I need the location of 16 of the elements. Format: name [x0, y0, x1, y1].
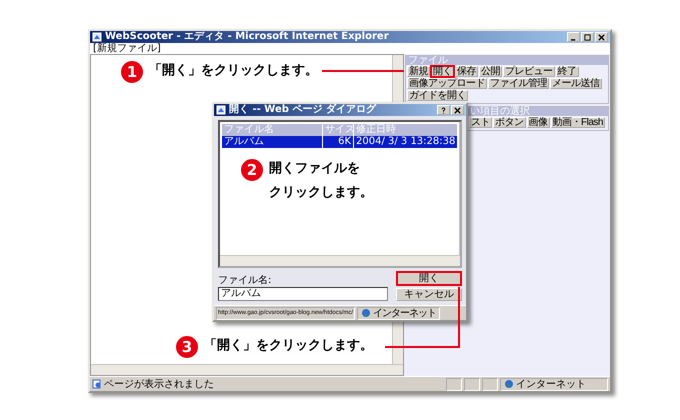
security-zone: インターネット: [516, 378, 586, 391]
section-header: い項目の選択: [470, 107, 530, 116]
file-name-label: [新規ファイル]: [93, 43, 161, 54]
file-name-label: ファイル名:: [218, 274, 272, 287]
table-cell: 2004/ 3/ 3 13:28:38: [354, 136, 458, 148]
table-cell: 6K: [323, 136, 353, 148]
status-message: ページが表示されました: [104, 378, 215, 391]
instruction-text: 「開く」をクリックします。: [149, 62, 318, 80]
security-zone: インターネット: [373, 307, 436, 320]
instruction-text: クリックします。: [269, 184, 373, 202]
table-cell: アルバム: [222, 136, 322, 148]
window-title: WebScooter - エディタ - Microsoft Internet Explorer: [105, 31, 390, 42]
instruction-text: 「開く」をクリックします。: [204, 337, 373, 355]
dialog-title: 開く -- Web ページ ダイアログ: [229, 104, 378, 116]
instruction-text: 開くファイルを: [269, 160, 361, 178]
section-header: ファイル: [408, 56, 448, 65]
